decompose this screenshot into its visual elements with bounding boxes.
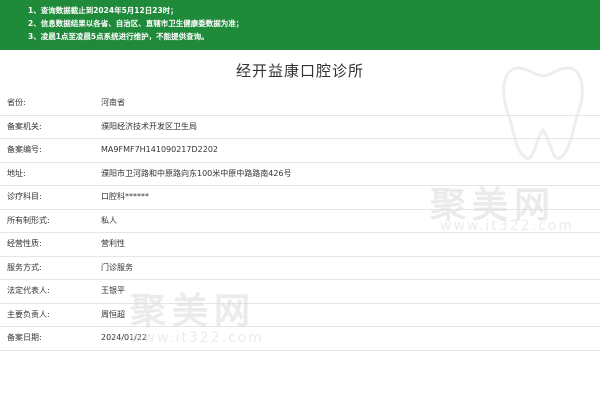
row-label: 省份:: [7, 98, 26, 107]
row-label: 诊疗科目:: [7, 192, 42, 201]
row-label: 法定代表人:: [7, 286, 50, 295]
row-value: 门诊服务: [101, 262, 133, 272]
row-value: 王银平: [101, 286, 125, 295]
table-row: 所有制形式: 私人: [0, 210, 600, 233]
table-row: 服务方式: 门诊服务: [0, 257, 600, 280]
row-value: MA9FMF7H141090217D2202: [101, 145, 219, 154]
table-row: 经营性质: 营利性: [0, 233, 600, 257]
row-label: 经营性质:: [7, 239, 42, 248]
row-value: 河南省: [101, 98, 125, 107]
info-table: 省份: 河南省 备案机关: 濮阳经济技术开发区卫生局 备案编号: MA9FMF7…: [0, 92, 600, 351]
row-label: 所有制形式:: [7, 215, 50, 225]
table-row: 备案机关: 濮阳经济技术开发区卫生局: [0, 116, 600, 139]
row-value: 濮阳市卫河路和中原路向东100米中原中路路南426号: [101, 168, 292, 178]
row-label: 备案编号:: [7, 145, 42, 154]
notice-banner: 1、查询数据截止到2024年5月12日23时； 2、信息数据结果以各省、自治区、…: [0, 0, 600, 50]
row-value: 私人: [101, 215, 117, 225]
row-label: 主要负责人:: [7, 309, 50, 319]
page-title: 经开益康口腔诊所: [235, 62, 364, 80]
table-row: 诊疗科目: 口腔科******: [0, 186, 600, 210]
notice-line-1: 1、查询数据截止到2024年5月12日23时；: [28, 6, 178, 15]
table-row: 备案编号: MA9FMF7H141090217D2202: [0, 139, 600, 163]
row-value: 口腔科******: [101, 192, 149, 201]
row-label: 地址:: [7, 168, 26, 178]
row-value: 2024/01/22: [101, 333, 148, 342]
row-label: 备案机关:: [7, 121, 42, 131]
row-value: 濮阳经济技术开发区卫生局: [101, 121, 197, 131]
row-value: 营利性: [101, 239, 125, 248]
row-value: 周恒超: [101, 309, 125, 319]
table-row: 地址: 濮阳市卫河路和中原路向东100米中原中路路南426号: [0, 163, 600, 186]
notice-line-3: 3、凌晨1点至凌晨5点系统进行维护，不能提供查询。: [28, 32, 209, 41]
row-label: 备案日期:: [7, 333, 42, 342]
table-row: 主要负责人: 周恒超: [0, 304, 600, 327]
table-row: 备案日期: 2024/01/22: [0, 327, 600, 351]
row-label: 服务方式:: [7, 262, 42, 272]
notice-line-2: 2、信息数据结果以各省、自治区、直辖市卫生健康委数据为准；: [28, 19, 244, 28]
table-row: 法定代表人: 王银平: [0, 280, 600, 304]
table-row: 省份: 河南省: [0, 92, 600, 116]
